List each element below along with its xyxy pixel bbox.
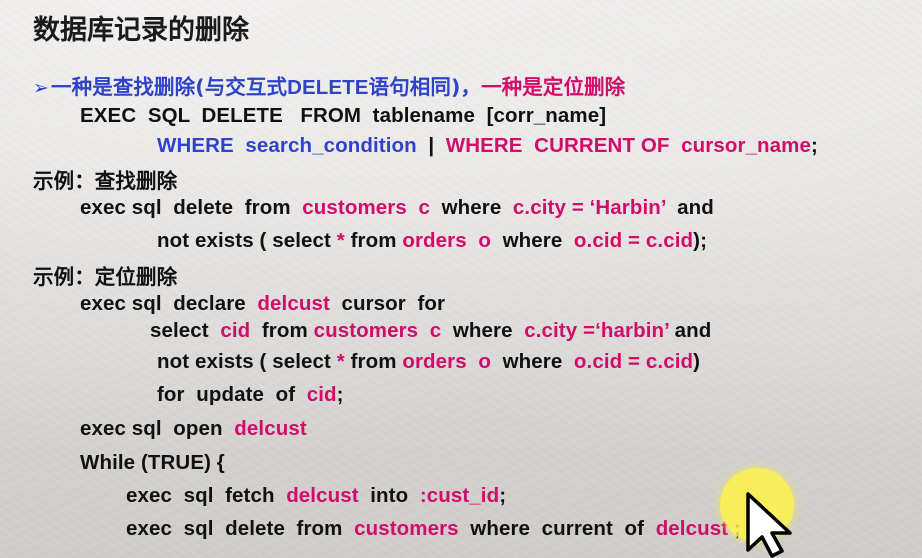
bullet-text-c: 一种是定位删除 xyxy=(481,75,626,99)
example2-line-1: exec sql declare delcust cursor for xyxy=(80,292,445,316)
ex2-l8-text-a: exec sql delete from xyxy=(126,517,355,540)
bullet-text-b: 语句相同)， xyxy=(368,75,482,99)
example2-line-2: select cid from customers c where c.city… xyxy=(150,319,711,343)
example2-line-8: exec sql delete from customers where cur… xyxy=(126,517,761,541)
example2-line-5: exec sql open delcust xyxy=(80,417,307,441)
syntax-end: ; xyxy=(811,134,818,157)
bullet-text-a: 一种是查找删除(与交互式 xyxy=(51,75,288,99)
ex2-update-cid: cid xyxy=(306,383,337,406)
example1-heading: 示例：查找删除 xyxy=(33,169,178,193)
ex2-l2-text-c: where xyxy=(441,319,525,342)
ex2-star: * xyxy=(336,350,345,373)
example2-line-7: exec sql fetch delcust into :cust_id; xyxy=(126,484,506,508)
ex2-l7-text-c: ; xyxy=(499,484,507,507)
ex2-join-condition: o.cid = c.cid xyxy=(573,350,694,373)
bullet-line: ➢一种是查找删除(与交互式DELETE语句相同)，一种是定位删除 xyxy=(33,70,625,100)
ex2-fetch-cursor-name: delcust xyxy=(286,484,359,507)
syntax-bar: | xyxy=(416,134,446,157)
example2-heading: 示例：定位删除 xyxy=(33,265,178,289)
example1-line-1: exec sql delete from customers c where c… xyxy=(80,196,714,220)
ex1-join-condition: o.cid = c.cid xyxy=(573,229,694,252)
example2-line-3: not exists ( select * from orders o wher… xyxy=(157,350,700,374)
ex2-l7-text-b: into xyxy=(358,484,420,507)
syntax-where-search: WHERE search_condition xyxy=(157,134,417,157)
example2-line-4: for update of cid; xyxy=(157,383,344,407)
ex1-table-customers: customers c xyxy=(302,196,430,219)
ex1-l1-text-b: where xyxy=(429,196,513,219)
ex2-open-cursor-name: delcust xyxy=(234,417,307,440)
ex2-l1-text-b: cursor for xyxy=(329,292,446,315)
bullet-text-delete: DELETE xyxy=(287,76,369,99)
ex2-cursor-name: delcust xyxy=(257,292,330,315)
ex2-l3-text-d: ) xyxy=(693,350,701,373)
ex2-l2-text-a: select xyxy=(150,319,221,342)
ex2-l3-text-b: from xyxy=(344,350,403,373)
mouse-pointer-icon xyxy=(746,492,792,558)
ex2-l7-text-a: exec sql fetch xyxy=(126,484,287,507)
ex2-l2-text-b: from xyxy=(250,319,314,342)
ex2-l4-text-b: ; xyxy=(336,383,344,406)
ex2-l2-text-d: and xyxy=(668,319,712,342)
ex1-condition: c.city = ‘Harbin’ xyxy=(512,196,666,219)
ex2-host-variable: :cust_id xyxy=(419,484,500,507)
ex1-star: * xyxy=(336,229,345,252)
ex2-table-customers: customers c xyxy=(313,319,442,342)
ex2-l4-text-a: for update of xyxy=(157,383,307,406)
syntax-line-2: WHERE search_condition | WHERE CURRENT O… xyxy=(157,134,818,158)
ex2-l1-text-a: exec sql declare xyxy=(80,292,258,315)
ex2-delete-table: customers xyxy=(354,517,459,540)
ex1-l2-text-d: ); xyxy=(693,229,707,252)
ex2-condition: c.city =‘harbin’ xyxy=(524,319,669,342)
ex1-table-orders: orders o xyxy=(402,229,491,252)
ex2-table-orders: orders o xyxy=(402,350,491,373)
ex1-l1-text-a: exec sql delete from xyxy=(80,196,303,219)
syntax-where-current: WHERE CURRENT OF cursor_name xyxy=(445,134,811,157)
ex1-l1-text-c: and xyxy=(665,196,714,219)
bullet-arrow-icon: ➢ xyxy=(33,77,50,99)
ex2-delete-cursor-name: delcust xyxy=(655,517,729,540)
ex2-l3-text-c: where xyxy=(490,350,574,373)
ex1-l2-text-b: from xyxy=(344,229,403,252)
ex2-l3-text-a: not exists ( select xyxy=(157,350,337,373)
ex2-l8-text-b: where current of xyxy=(458,517,656,540)
syntax-line-1: EXEC SQL DELETE FROM tablename [corr_nam… xyxy=(80,104,607,127)
ex1-l2-text-a: not exists ( select xyxy=(157,229,337,252)
slide-title: 数据库记录的删除 xyxy=(33,15,249,46)
ex2-l5-text-a: exec sql open xyxy=(80,417,235,440)
example2-line-6: While (TRUE) { xyxy=(80,451,225,474)
ex2-column-cid: cid xyxy=(220,319,251,342)
ex1-l2-text-c: where xyxy=(490,229,574,252)
example1-line-2: not exists ( select * from orders o wher… xyxy=(157,229,707,253)
